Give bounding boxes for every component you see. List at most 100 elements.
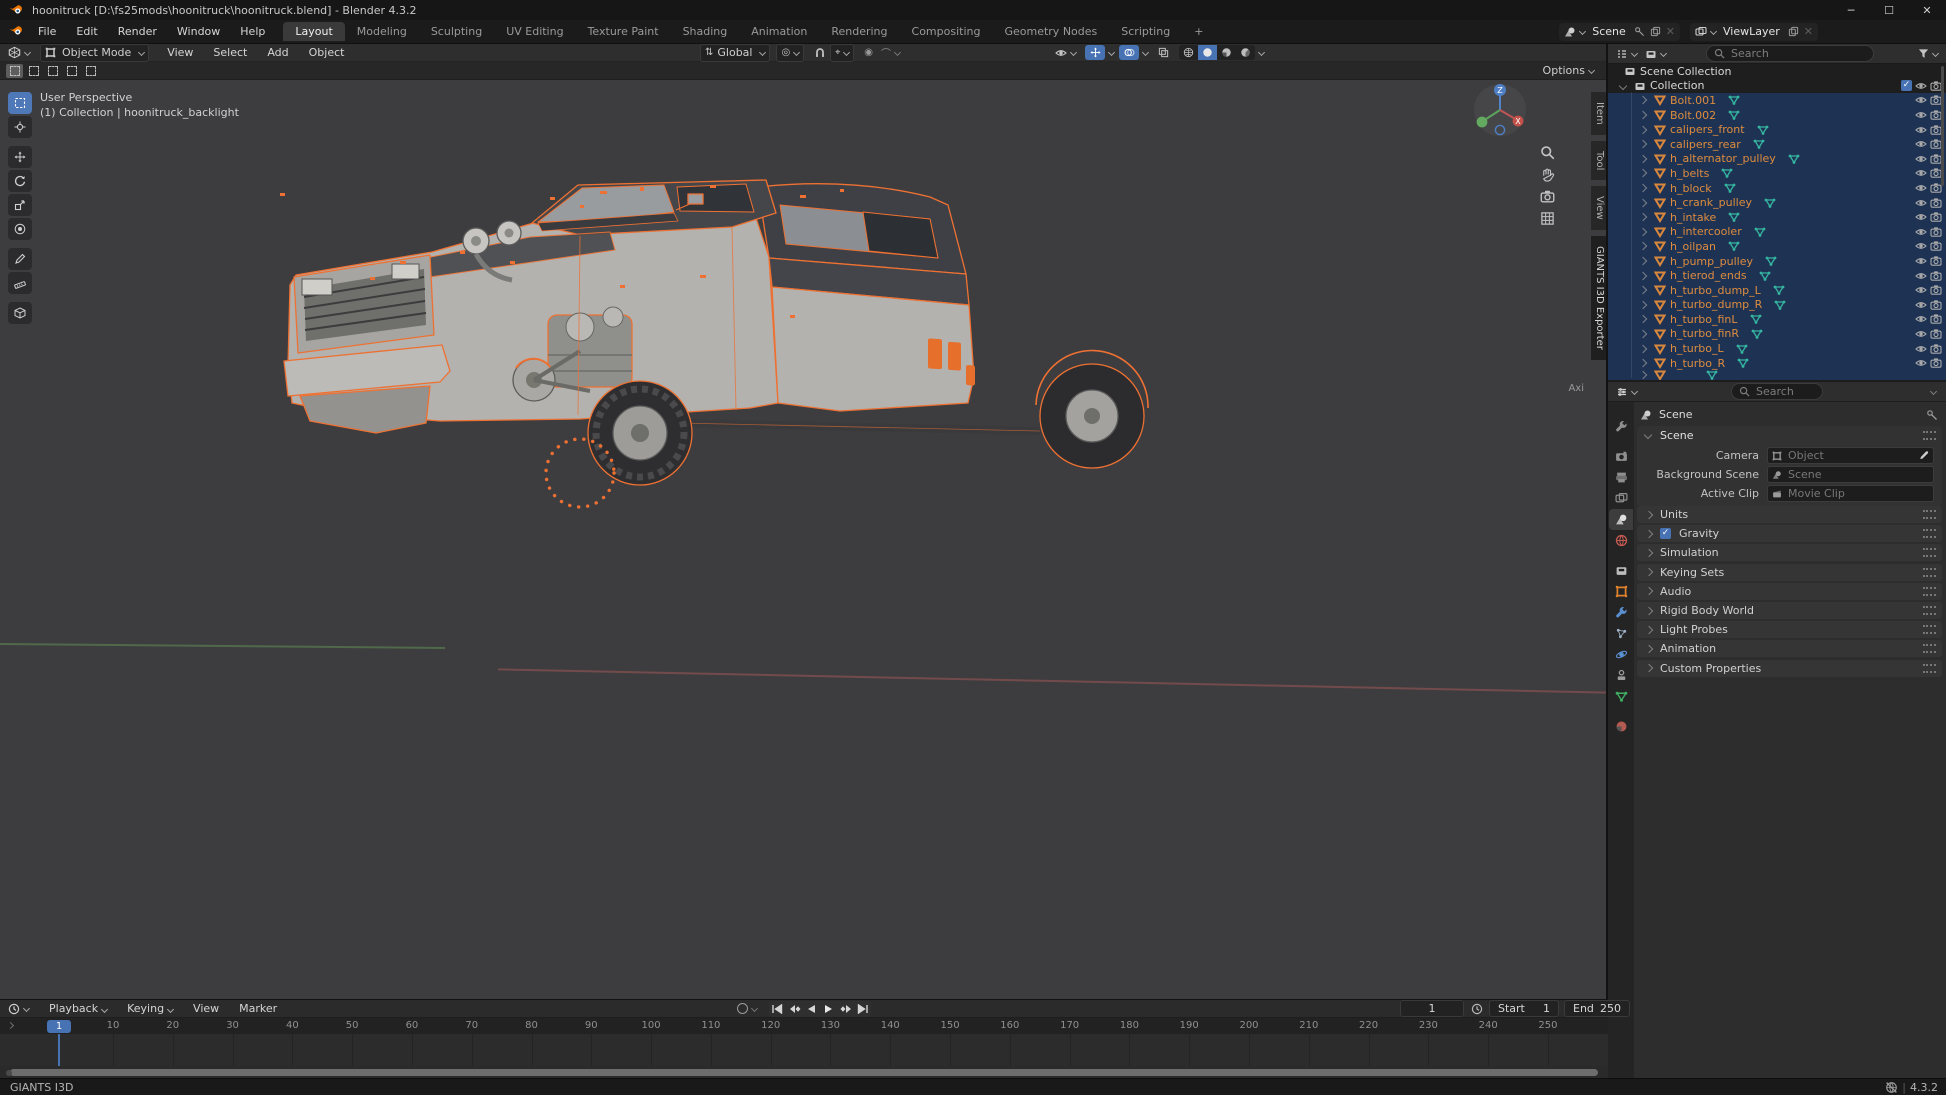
scene-panel-header[interactable]: Scene: [1637, 426, 1942, 444]
shading-material-button[interactable]: [1217, 45, 1236, 60]
tool-add-cube[interactable]: [8, 302, 32, 324]
outliner-item[interactable]: h_turbo_dump_R: [1608, 298, 1946, 313]
menu-window[interactable]: Window: [167, 25, 230, 38]
tool-move[interactable]: [8, 146, 32, 168]
workspace-tab-rendering[interactable]: Rendering: [819, 22, 899, 41]
pan-hand-icon[interactable]: [1540, 167, 1555, 182]
blender-menu-icon[interactable]: [8, 25, 24, 38]
expand-icon[interactable]: [1639, 286, 1647, 294]
auto-keying-toggle[interactable]: [733, 1001, 761, 1017]
object-name[interactable]: h_alternator_pulley: [1670, 152, 1776, 165]
object-name[interactable]: Bolt.001: [1670, 94, 1716, 107]
hide-viewport-icon[interactable]: [1915, 284, 1927, 296]
expand-icon[interactable]: [1639, 330, 1647, 338]
outliner-item[interactable]: h_crank_pulley: [1608, 195, 1946, 210]
panel-rigid-body-world[interactable]: Rigid Body World: [1637, 602, 1942, 619]
select-mode-subtract[interactable]: [44, 64, 61, 78]
overlays-toggle[interactable]: [1119, 45, 1139, 60]
menu-file[interactable]: File: [28, 25, 66, 38]
panel-grip[interactable]: [1923, 644, 1936, 653]
select-mode-invert[interactable]: [63, 64, 80, 78]
outliner-item[interactable]: h_oilpan: [1608, 239, 1946, 254]
hide-viewport-icon[interactable]: [1915, 299, 1927, 311]
panel-animation[interactable]: Animation: [1637, 640, 1942, 657]
playhead-line[interactable]: [58, 1034, 60, 1066]
viewport-menu-add[interactable]: Add: [257, 46, 298, 59]
disable-render-icon[interactable]: [1930, 284, 1942, 296]
viewport-menu-object[interactable]: Object: [299, 46, 355, 59]
select-mode-extend[interactable]: [25, 64, 42, 78]
outliner-item[interactable]: Bolt.002: [1608, 108, 1946, 123]
falloff-dropdown[interactable]: ⌒: [877, 45, 904, 61]
disable-render-icon[interactable]: [1930, 211, 1942, 223]
tool-measure[interactable]: [8, 272, 32, 294]
expand-icon[interactable]: [1639, 169, 1647, 177]
viewport-3d[interactable]: User Perspective (1) Collection | hoonit…: [0, 80, 1608, 999]
expand-icon[interactable]: [1639, 96, 1647, 104]
hide-viewport-icon[interactable]: [1915, 138, 1927, 150]
properties-editor-type-button[interactable]: [1612, 384, 1641, 400]
scrollbar-nub[interactable]: [6, 1070, 12, 1076]
hide-viewport-icon[interactable]: [1915, 255, 1927, 267]
chevron-down-icon[interactable]: [1930, 388, 1937, 395]
hide-viewport-icon[interactable]: [1915, 153, 1927, 165]
hide-viewport-icon[interactable]: [1915, 197, 1927, 209]
menu-help[interactable]: Help: [230, 25, 275, 38]
expand-icon[interactable]: [1639, 359, 1647, 367]
eyedropper-icon[interactable]: [1918, 450, 1929, 461]
hide-viewport-icon[interactable]: [1915, 182, 1927, 194]
orientation-dropdown[interactable]: ⇅ Global: [700, 44, 770, 62]
snap-toggle[interactable]: [810, 45, 830, 61]
next-keyframe-button[interactable]: [837, 1001, 854, 1017]
disable-render-icon[interactable]: [1930, 197, 1942, 209]
object-name[interactable]: h_turbo_finR: [1670, 327, 1739, 340]
scene-name[interactable]: Scene: [1592, 25, 1626, 38]
object-name[interactable]: h_turbo_dump_L: [1670, 284, 1761, 297]
new-viewlayer-icon[interactable]: [1788, 26, 1799, 37]
tab-object[interactable]: [1609, 581, 1633, 602]
disable-render-icon[interactable]: [1930, 240, 1942, 252]
expand-icon[interactable]: [1639, 228, 1647, 236]
object-name[interactable]: h_tierod_ends: [1670, 269, 1747, 282]
truck-model[interactable]: [280, 165, 1240, 635]
expand-icon[interactable]: [1639, 198, 1647, 206]
panel-grip[interactable]: [1923, 548, 1936, 557]
workspace-tab-geometry-nodes[interactable]: Geometry Nodes: [992, 22, 1109, 41]
hide-viewport-icon[interactable]: [1915, 240, 1927, 252]
object-name[interactable]: calipers_rear: [1670, 138, 1741, 151]
chevron-down-icon[interactable]: [1619, 82, 1627, 90]
panel-grip[interactable]: [1923, 625, 1936, 634]
expand-icon[interactable]: [1639, 125, 1647, 133]
tab-world[interactable]: [1609, 530, 1633, 551]
property-field-active-clip[interactable]: Movie Clip: [1767, 485, 1934, 502]
select-mode-set[interactable]: [6, 64, 23, 78]
options-dropdown[interactable]: Options: [1543, 64, 1594, 77]
tool-select-box[interactable]: [8, 92, 32, 114]
tab-modifiers[interactable]: [1609, 602, 1633, 623]
current-frame-indicator[interactable]: 1: [47, 1020, 71, 1033]
expand-icon[interactable]: [1639, 257, 1647, 265]
property-field-camera[interactable]: Object: [1767, 447, 1934, 464]
editor-type-button[interactable]: [4, 45, 34, 61]
pin-icon[interactable]: [1926, 409, 1938, 421]
expand-icon[interactable]: [1639, 301, 1647, 309]
tab-output[interactable]: [1609, 467, 1633, 488]
scene-selector[interactable]: Scene ✕: [1559, 23, 1680, 41]
chevron-right-icon[interactable]: [7, 1022, 14, 1029]
object-name[interactable]: h_oilpan: [1670, 240, 1716, 253]
tab-physics[interactable]: [1609, 644, 1633, 665]
play-reverse-button[interactable]: [803, 1001, 820, 1017]
outliner-collection-row[interactable]: Collection ✓: [1608, 79, 1946, 94]
panel-units[interactable]: Units: [1637, 506, 1942, 523]
tool-annotate[interactable]: [8, 248, 32, 270]
panel-grip[interactable]: [1923, 606, 1936, 615]
panel-simulation[interactable]: Simulation: [1637, 544, 1942, 561]
object-name[interactable]: h_block: [1670, 182, 1712, 195]
tool-scale[interactable]: [8, 194, 32, 216]
tool-transform[interactable]: [8, 218, 32, 240]
disable-render-icon[interactable]: [1930, 343, 1942, 355]
tab-collection[interactable]: [1609, 560, 1633, 581]
workspace-tab-scripting[interactable]: Scripting: [1109, 22, 1182, 41]
filter-dropdown[interactable]: [1914, 46, 1942, 62]
gizmo-toggle[interactable]: [1085, 45, 1105, 60]
